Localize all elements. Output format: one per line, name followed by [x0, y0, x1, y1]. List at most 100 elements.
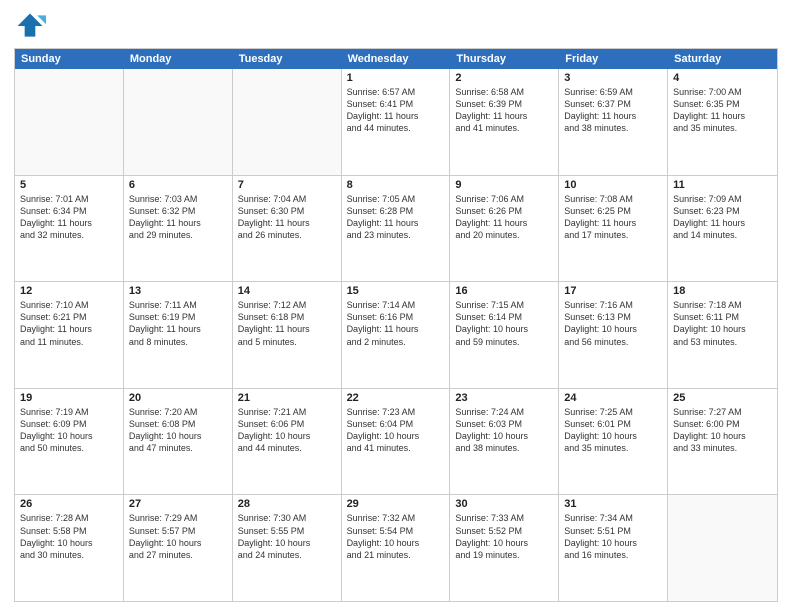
day-cell-29: 29Sunrise: 7:32 AM Sunset: 5:54 PM Dayli…: [342, 495, 451, 601]
day-number: 14: [238, 285, 336, 297]
day-cell-28: 28Sunrise: 7:30 AM Sunset: 5:55 PM Dayli…: [233, 495, 342, 601]
day-info: Sunrise: 7:10 AM Sunset: 6:21 PM Dayligh…: [20, 299, 118, 348]
day-info: Sunrise: 7:11 AM Sunset: 6:19 PM Dayligh…: [129, 299, 227, 348]
day-number: 19: [20, 392, 118, 404]
day-number: 18: [673, 285, 772, 297]
day-info: Sunrise: 7:14 AM Sunset: 6:16 PM Dayligh…: [347, 299, 445, 348]
day-number: 25: [673, 392, 772, 404]
day-info: Sunrise: 7:01 AM Sunset: 6:34 PM Dayligh…: [20, 193, 118, 242]
day-info: Sunrise: 6:59 AM Sunset: 6:37 PM Dayligh…: [564, 86, 662, 135]
day-info: Sunrise: 7:34 AM Sunset: 5:51 PM Dayligh…: [564, 512, 662, 561]
day-info: Sunrise: 7:28 AM Sunset: 5:58 PM Dayligh…: [20, 512, 118, 561]
day-cell-13: 13Sunrise: 7:11 AM Sunset: 6:19 PM Dayli…: [124, 282, 233, 388]
day-number: 22: [347, 392, 445, 404]
day-cell-30: 30 Sunrise: 7:33 AM Sunset: 5:52 PM Dayli…: [450, 495, 559, 601]
empty-cell-r0c2: [233, 69, 342, 175]
day-cell-12: 12Sunrise: 7:10 AM Sunset: 6:21 PM Dayli…: [15, 282, 124, 388]
day-cell-1: 1 Sunrise: 6:57 AM Sunset: 6:41 PM Daylig…: [342, 69, 451, 175]
day-info: Sunrise: 7:04 AM Sunset: 6:30 PM Dayligh…: [238, 193, 336, 242]
day-number: 24: [564, 392, 662, 404]
day-cell-18: 18 Sunrise: 7:18 AM Sunset: 6:11 PM Dayli…: [668, 282, 777, 388]
weekday-header-tuesday: Tuesday: [233, 49, 342, 69]
day-number: 4: [673, 72, 772, 84]
day-cell-17: 17 Sunrise: 7:16 AM Sunset: 6:13 PM Dayli…: [559, 282, 668, 388]
day-number: 6: [129, 179, 227, 191]
day-info: Sunrise: 7:20 AM Sunset: 6:08 PM Dayligh…: [129, 406, 227, 455]
weekday-header-saturday: Saturday: [668, 49, 777, 69]
logo-icon: [14, 10, 46, 42]
day-info: Sunrise: 7:15 AM Sunset: 6:14 PM Dayligh…: [455, 299, 553, 348]
day-number: 31: [564, 498, 662, 510]
day-info: Sunrise: 7:09 AM Sunset: 6:23 PM Dayligh…: [673, 193, 772, 242]
day-cell-11: 11 Sunrise: 7:09 AM Sunset: 6:23 PM Dayli…: [668, 176, 777, 282]
day-info: Sunrise: 7:32 AM Sunset: 5:54 PM Dayligh…: [347, 512, 445, 561]
day-info: Sunrise: 7:27 AM Sunset: 6:00 PM Dayligh…: [673, 406, 772, 455]
day-number: 20: [129, 392, 227, 404]
weekday-header-wednesday: Wednesday: [342, 49, 451, 69]
day-number: 1: [347, 72, 445, 84]
day-info: Sunrise: 6:57 AM Sunset: 6:41 PM Dayligh…: [347, 86, 445, 135]
page: SundayMondayTuesdayWednesdayThursdayFrid…: [0, 0, 792, 612]
calendar-row-1: 5Sunrise: 7:01 AM Sunset: 6:34 PM Daylig…: [15, 175, 777, 282]
day-info: Sunrise: 7:23 AM Sunset: 6:04 PM Dayligh…: [347, 406, 445, 455]
day-number: 11: [673, 179, 772, 191]
empty-cell-r4c6: [668, 495, 777, 601]
day-cell-21: 21Sunrise: 7:21 AM Sunset: 6:06 PM Dayli…: [233, 389, 342, 495]
weekday-header-monday: Monday: [124, 49, 233, 69]
day-cell-8: 8Sunrise: 7:05 AM Sunset: 6:28 PM Daylig…: [342, 176, 451, 282]
day-number: 30: [455, 498, 553, 510]
calendar-header: SundayMondayTuesdayWednesdayThursdayFrid…: [15, 49, 777, 69]
day-cell-31: 31 Sunrise: 7:34 AM Sunset: 5:51 PM Dayli…: [559, 495, 668, 601]
calendar: SundayMondayTuesdayWednesdayThursdayFrid…: [14, 48, 778, 602]
calendar-row-0: 1 Sunrise: 6:57 AM Sunset: 6:41 PM Daylig…: [15, 69, 777, 175]
day-number: 23: [455, 392, 553, 404]
day-cell-7: 7 Sunrise: 7:04 AM Sunset: 6:30 PM Daylig…: [233, 176, 342, 282]
day-info: Sunrise: 7:06 AM Sunset: 6:26 PM Dayligh…: [455, 193, 553, 242]
day-number: 15: [347, 285, 445, 297]
day-info: Sunrise: 7:21 AM Sunset: 6:06 PM Dayligh…: [238, 406, 336, 455]
day-info: Sunrise: 7:00 AM Sunset: 6:35 PM Dayligh…: [673, 86, 772, 135]
day-number: 16: [455, 285, 553, 297]
day-number: 17: [564, 285, 662, 297]
day-number: 10: [564, 179, 662, 191]
day-number: 3: [564, 72, 662, 84]
day-info: Sunrise: 7:03 AM Sunset: 6:32 PM Dayligh…: [129, 193, 227, 242]
header: [14, 10, 778, 42]
day-cell-2: 2 Sunrise: 6:58 AM Sunset: 6:39 PM Daylig…: [450, 69, 559, 175]
day-cell-9: 9 Sunrise: 7:06 AM Sunset: 6:26 PM Daylig…: [450, 176, 559, 282]
day-cell-14: 14 Sunrise: 7:12 AM Sunset: 6:18 PM Dayli…: [233, 282, 342, 388]
day-cell-19: 19Sunrise: 7:19 AM Sunset: 6:09 PM Dayli…: [15, 389, 124, 495]
day-info: Sunrise: 7:16 AM Sunset: 6:13 PM Dayligh…: [564, 299, 662, 348]
day-cell-27: 27 Sunrise: 7:29 AM Sunset: 5:57 PM Dayli…: [124, 495, 233, 601]
day-info: Sunrise: 7:08 AM Sunset: 6:25 PM Dayligh…: [564, 193, 662, 242]
day-info: Sunrise: 7:12 AM Sunset: 6:18 PM Dayligh…: [238, 299, 336, 348]
day-cell-20: 20 Sunrise: 7:20 AM Sunset: 6:08 PM Dayli…: [124, 389, 233, 495]
day-cell-26: 26 Sunrise: 7:28 AM Sunset: 5:58 PM Dayli…: [15, 495, 124, 601]
weekday-header-thursday: Thursday: [450, 49, 559, 69]
day-cell-3: 3 Sunrise: 6:59 AM Sunset: 6:37 PM Daylig…: [559, 69, 668, 175]
day-info: Sunrise: 7:25 AM Sunset: 6:01 PM Dayligh…: [564, 406, 662, 455]
day-info: Sunrise: 7:29 AM Sunset: 5:57 PM Dayligh…: [129, 512, 227, 561]
weekday-header-sunday: Sunday: [15, 49, 124, 69]
day-cell-15: 15 Sunrise: 7:14 AM Sunset: 6:16 PM Dayli…: [342, 282, 451, 388]
day-number: 27: [129, 498, 227, 510]
day-cell-6: 6 Sunrise: 7:03 AM Sunset: 6:32 PM Daylig…: [124, 176, 233, 282]
day-number: 2: [455, 72, 553, 84]
day-info: Sunrise: 7:33 AM Sunset: 5:52 PM Dayligh…: [455, 512, 553, 561]
day-number: 8: [347, 179, 445, 191]
day-cell-24: 24 Sunrise: 7:25 AM Sunset: 6:01 PM Dayli…: [559, 389, 668, 495]
day-number: 26: [20, 498, 118, 510]
empty-cell-r0c0: [15, 69, 124, 175]
day-number: 28: [238, 498, 336, 510]
day-number: 7: [238, 179, 336, 191]
day-info: Sunrise: 7:24 AM Sunset: 6:03 PM Dayligh…: [455, 406, 553, 455]
day-number: 9: [455, 179, 553, 191]
logo: [14, 10, 50, 42]
empty-cell-r0c1: [124, 69, 233, 175]
day-cell-5: 5Sunrise: 7:01 AM Sunset: 6:34 PM Daylig…: [15, 176, 124, 282]
day-cell-16: 16 Sunrise: 7:15 AM Sunset: 6:14 PM Dayli…: [450, 282, 559, 388]
day-info: Sunrise: 6:58 AM Sunset: 6:39 PM Dayligh…: [455, 86, 553, 135]
day-info: Sunrise: 7:18 AM Sunset: 6:11 PM Dayligh…: [673, 299, 772, 348]
weekday-header-friday: Friday: [559, 49, 668, 69]
day-cell-10: 10 Sunrise: 7:08 AM Sunset: 6:25 PM Dayli…: [559, 176, 668, 282]
